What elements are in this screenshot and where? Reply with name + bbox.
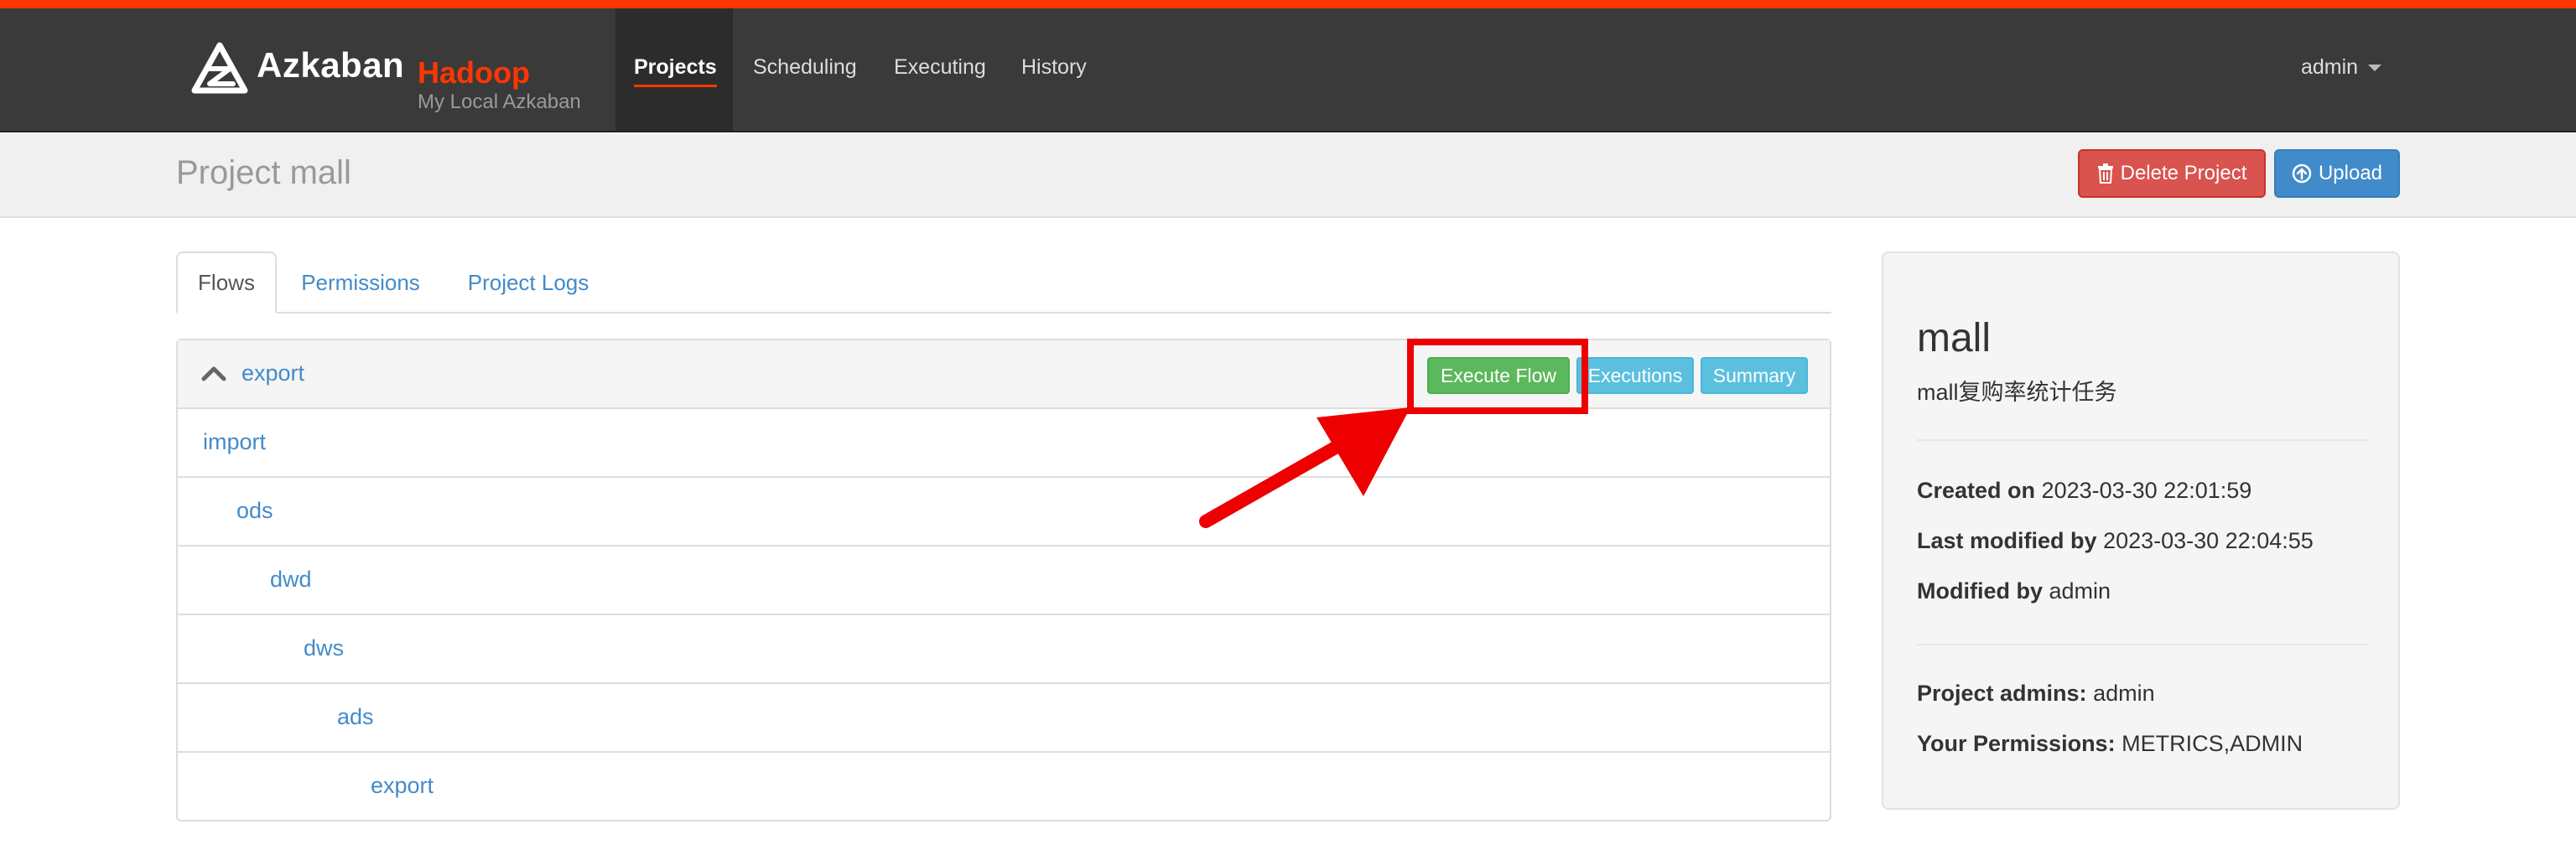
project-name: mall [1917, 316, 1992, 360]
last-modified-line: Last modified by 2023-03-30 22:04:55 [1917, 528, 2314, 554]
project-admins-value: admin [2093, 681, 2155, 706]
chevron-up-icon[interactable] [201, 364, 226, 382]
upload-icon [2292, 163, 2312, 184]
nav-scheduling[interactable]: Scheduling [753, 55, 857, 80]
project-admins-line: Project admins: admin [1917, 681, 2155, 707]
arrow-icon [1199, 407, 1410, 528]
project-description: mall复购率统计任务 [1917, 380, 2117, 405]
job-row: import [178, 409, 1830, 478]
navbar: Azkaban Hadoop My Local Azkaban Projects… [0, 8, 2576, 132]
nav-history[interactable]: History [1021, 55, 1087, 80]
tab-flows[interactable]: Flows [176, 251, 277, 314]
job-row: export [178, 753, 1830, 821]
created-on-value: 2023-03-30 22:01:59 [2041, 478, 2252, 503]
flow-name-link[interactable]: export [242, 360, 304, 386]
info-divider [1917, 439, 2368, 441]
modified-by-value: admin [2049, 578, 2111, 604]
job-link-ods[interactable]: ods [236, 498, 273, 524]
brand-name[interactable]: Azkaban [257, 45, 404, 86]
last-modified-value: 2023-03-30 22:04:55 [2103, 528, 2314, 553]
job-link-dws[interactable]: dws [304, 635, 344, 661]
job-link-ads[interactable]: ads [337, 704, 374, 730]
user-name: admin [2301, 55, 2359, 79]
caret-down-icon [2368, 65, 2382, 72]
job-row: ods [178, 478, 1830, 547]
job-row: ads [178, 684, 1830, 753]
page-title: Project mall [176, 154, 351, 191]
info-divider [1917, 644, 2368, 645]
created-on-label: Created on [1917, 478, 2036, 503]
delete-project-label: Delete Project [2120, 162, 2247, 184]
job-link-import[interactable]: import [203, 429, 266, 455]
job-row: dwd [178, 547, 1830, 615]
created-on-line: Created on 2023-03-30 22:01:59 [1917, 478, 2251, 504]
brand-environment: Hadoop [418, 55, 530, 90]
delete-project-button[interactable]: Delete Project [2078, 149, 2266, 198]
last-modified-label: Last modified by [1917, 528, 2097, 553]
project-info-panel: mall mall复购率统计任务 Created on 2023-03-30 2… [1882, 251, 2400, 810]
your-permissions-value: METRICS,ADMIN [2122, 731, 2303, 756]
executions-button[interactable]: Executions [1576, 357, 1694, 394]
upload-button[interactable]: Upload [2274, 149, 2400, 198]
job-link-export[interactable]: export [371, 773, 434, 799]
summary-button[interactable]: Summary [1701, 357, 1808, 394]
tab-project-logs[interactable]: Project Logs [444, 251, 612, 314]
project-admins-label: Project admins: [1917, 681, 2087, 706]
nav-projects[interactable]: Projects [634, 55, 717, 87]
azkaban-logo-icon[interactable] [190, 40, 250, 101]
nav-executing[interactable]: Executing [894, 55, 986, 80]
upload-label: Upload [2318, 162, 2383, 184]
modified-by-label: Modified by [1917, 578, 2043, 604]
brand-subtitle: My Local Azkaban [418, 91, 581, 113]
tab-permissions[interactable]: Permissions [285, 251, 436, 314]
your-permissions-line: Your Permissions: METRICS,ADMIN [1917, 731, 2303, 757]
modified-by-line: Modified by admin [1917, 578, 2111, 604]
top-accent-bar [0, 0, 2576, 8]
trash-icon [2097, 163, 2113, 184]
user-menu[interactable]: admin [2301, 55, 2382, 80]
your-permissions-label: Your Permissions: [1917, 731, 2116, 756]
job-row: dws [178, 615, 1830, 684]
highlight-box [1407, 339, 1588, 414]
job-link-dwd[interactable]: dwd [270, 567, 312, 593]
